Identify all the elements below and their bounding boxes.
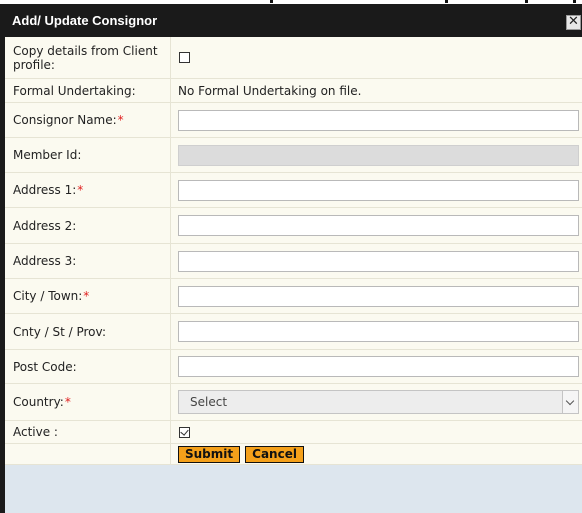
post-code-label: Post Code: — [13, 359, 77, 374]
formal-undertaking-label: Formal Undertaking: — [13, 83, 136, 98]
county-input[interactable] — [178, 321, 579, 342]
background-fragment — [270, 0, 273, 3]
chevron-down-icon[interactable] — [562, 391, 578, 413]
active-label: Active : — [13, 425, 58, 439]
cancel-button[interactable]: Cancel — [245, 445, 304, 463]
required-marker: * — [64, 395, 71, 409]
row-consignor-name: Consignor Name: * — [5, 103, 582, 138]
row-active: Active : — [5, 421, 582, 444]
row-formal-undertaking: Formal Undertaking: No Formal Undertakin… — [5, 79, 582, 103]
row-city: City / Town: * — [5, 279, 582, 314]
member-id-input — [178, 144, 579, 166]
row-member-id: Member Id: — [5, 138, 582, 173]
row-post-code: Post Code: — [5, 350, 582, 384]
row-copy-details: Copy details from Client profile: — [5, 37, 582, 79]
address2-input[interactable] — [178, 215, 579, 236]
city-input[interactable] — [178, 285, 579, 307]
row-address1: Address 1: * — [5, 173, 582, 208]
row-address3: Address 3: — [5, 244, 582, 279]
address1-input[interactable] — [178, 179, 579, 201]
copy-details-checkbox[interactable] — [179, 52, 190, 63]
close-icon[interactable]: ✕ — [566, 15, 581, 30]
consignor-dialog: Add/ Update Consignor ✕ Copy details fro… — [0, 4, 582, 513]
member-id-label: Member Id: — [13, 148, 82, 162]
consignor-name-label: Consignor Name: — [13, 113, 117, 127]
address1-label: Address 1: — [13, 183, 77, 197]
background-fragment — [525, 0, 528, 3]
required-marker: * — [117, 113, 124, 127]
address3-label: Address 3: — [13, 254, 77, 268]
copy-details-label: Copy details from Client profile: — [5, 37, 171, 78]
active-checkbox[interactable] — [179, 426, 190, 438]
consignor-form: Copy details from Client profile: Formal… — [5, 37, 582, 465]
formal-undertaking-value: No Formal Undertaking on file. — [178, 83, 362, 98]
country-selected-value: Select — [190, 395, 228, 409]
required-marker: * — [83, 289, 90, 303]
row-address2: Address 2: — [5, 208, 582, 244]
post-code-input[interactable] — [178, 356, 579, 377]
city-label: City / Town: — [13, 289, 83, 303]
county-label: Cnty / St / Prov: — [13, 324, 106, 339]
row-country: Country: * Select — [5, 384, 582, 421]
dialog-footer — [5, 489, 582, 513]
background-fragment — [445, 0, 448, 3]
address2-label: Address 2: — [13, 218, 77, 233]
row-county: Cnty / St / Prov: — [5, 314, 582, 350]
background-fragment — [573, 0, 576, 3]
dialog-border — [0, 4, 5, 513]
row-actions: Submit Cancel — [5, 444, 582, 465]
country-select[interactable]: Select — [178, 390, 579, 414]
dialog-title: Add/ Update Consignor — [12, 13, 158, 28]
country-label: Country: — [13, 395, 64, 409]
dialog-titlebar[interactable]: Add/ Update Consignor ✕ — [5, 4, 582, 37]
submit-button[interactable]: Submit — [178, 445, 241, 463]
required-marker: * — [77, 183, 84, 197]
address3-input[interactable] — [178, 250, 579, 272]
consignor-name-input[interactable] — [178, 109, 579, 131]
